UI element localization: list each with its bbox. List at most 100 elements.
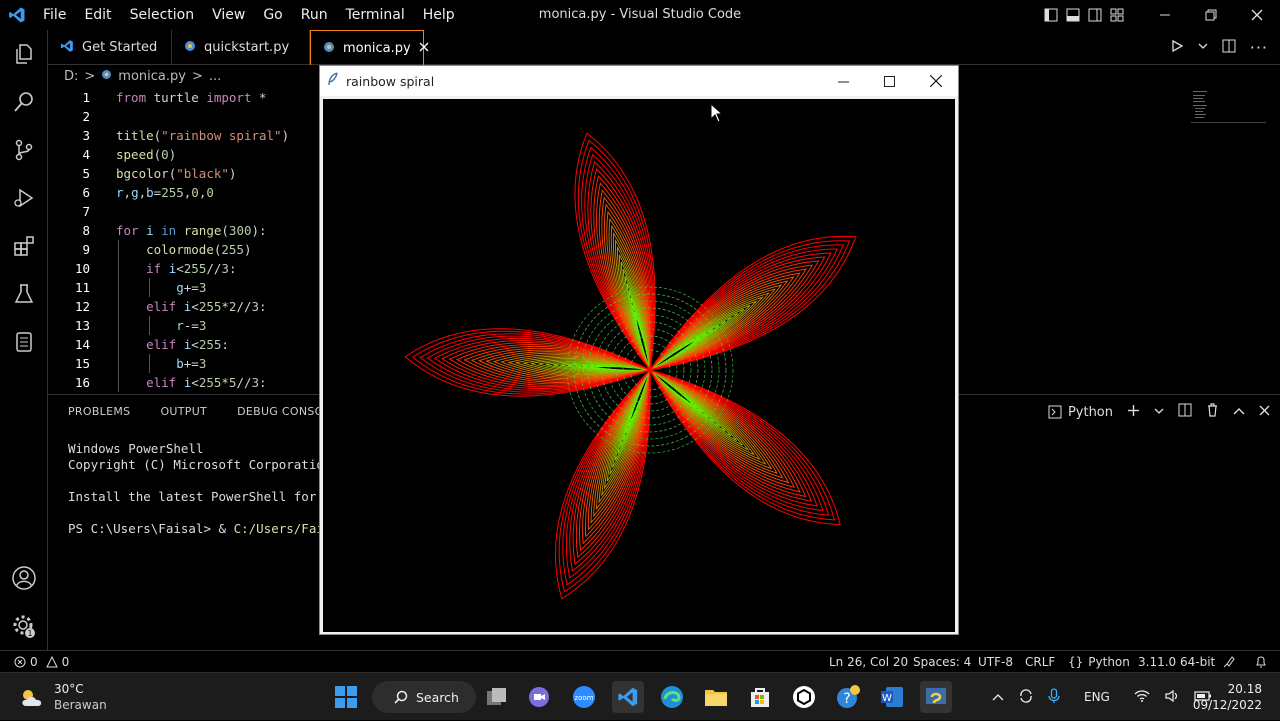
code-token: import	[206, 90, 252, 105]
start-button[interactable]	[330, 681, 362, 713]
kill-terminal-icon[interactable]	[1206, 403, 1219, 421]
microsoft-store-icon[interactable]	[744, 681, 776, 713]
new-terminal-icon[interactable]	[1127, 404, 1140, 421]
restore-button[interactable]	[1188, 0, 1234, 30]
python-interpreter[interactable]: 3.11.0 64-bit	[1138, 651, 1215, 673]
end-of-line[interactable]: CRLF	[1025, 651, 1055, 673]
chat-icon[interactable]	[523, 681, 555, 713]
breadcrumb-drive[interactable]: D:	[64, 69, 78, 84]
close-panel-icon[interactable]	[1259, 405, 1270, 420]
code-line: 13 r-=3	[48, 316, 206, 335]
minimap[interactable]	[1191, 89, 1266, 123]
run-python-file-icon[interactable]	[1170, 39, 1184, 57]
terminal-prompt: PS C:\Users\Faisal> & C:/Users/Fais	[68, 521, 331, 536]
code-token: elif	[146, 299, 177, 314]
weather-widget[interactable]: 30°C Berawan	[18, 673, 107, 721]
menu-selection[interactable]: Selection	[121, 0, 204, 30]
code-token: b	[176, 356, 184, 371]
language-indicator[interactable]: ENG	[1084, 690, 1110, 704]
close-button[interactable]	[1234, 0, 1280, 30]
code-token: 255	[161, 185, 184, 200]
cursor-position[interactable]: Ln 26, Col 20	[829, 651, 908, 673]
language-mode[interactable]: {} Python	[1068, 651, 1130, 673]
encoding[interactable]: UTF-8	[978, 651, 1013, 673]
openai-icon[interactable]	[788, 681, 820, 713]
search-icon[interactable]	[0, 78, 48, 126]
remote-explorer-icon[interactable]	[0, 318, 48, 366]
toggle-panel-icon[interactable]	[1062, 0, 1084, 30]
sync-icon[interactable]	[1018, 688, 1034, 707]
code-token: i	[161, 261, 177, 276]
menu-run[interactable]: Run	[292, 0, 337, 30]
help-icon[interactable]: ?	[832, 681, 864, 713]
turtle-minimize-button[interactable]	[820, 66, 866, 96]
split-editor-icon[interactable]	[1222, 39, 1236, 57]
menu-go[interactable]: Go	[254, 0, 291, 30]
spiral-stroke	[649, 244, 845, 371]
chevron-down-icon[interactable]	[1154, 405, 1164, 420]
toggle-primary-sidebar-icon[interactable]	[1040, 0, 1062, 30]
menu-view[interactable]: View	[203, 0, 254, 30]
maximize-panel-icon[interactable]	[1233, 405, 1245, 420]
menu-help[interactable]: Help	[414, 0, 464, 30]
error-count: 0	[30, 655, 38, 669]
tab-get-started[interactable]: Get Started	[48, 30, 172, 65]
terminal-shell-selector[interactable]: Python	[1048, 405, 1113, 420]
menu-file[interactable]: File	[34, 0, 75, 30]
toggle-secondary-sidebar-icon[interactable]	[1084, 0, 1106, 30]
line-number: 11	[74, 280, 90, 295]
zoom-icon[interactable]: zoom	[568, 681, 600, 713]
line-number: 6	[82, 185, 90, 200]
accounts-icon[interactable]	[0, 554, 48, 602]
explorer-icon[interactable]	[0, 30, 48, 78]
source-control-icon[interactable]	[0, 126, 48, 174]
more-actions-icon[interactable]: ···	[1250, 38, 1268, 57]
spiral-stroke	[649, 252, 832, 371]
breadcrumb-file[interactable]: monica.py	[118, 69, 186, 84]
file-explorer-icon[interactable]	[700, 681, 732, 713]
breadcrumb-more[interactable]: ...	[209, 69, 221, 84]
spiral-stroke	[558, 369, 651, 593]
run-and-debug-icon[interactable]	[0, 174, 48, 222]
tab-quickstart[interactable]: quickstart.py	[172, 30, 310, 65]
tab-output[interactable]: OUTPUT	[160, 405, 207, 418]
task-view-icon[interactable]	[481, 681, 513, 713]
python-taskbar-icon[interactable]	[920, 681, 952, 713]
word-icon[interactable]: W	[876, 681, 908, 713]
clock[interactable]: 20.18 09/12/2022	[1193, 673, 1262, 721]
menu-edit[interactable]: Edit	[75, 0, 120, 30]
turtle-graphics-window[interactable]: rainbow spiral	[319, 65, 959, 635]
breadcrumb-separator: >	[84, 68, 96, 84]
wifi-icon[interactable]	[1134, 689, 1150, 706]
close-tab-icon[interactable]	[419, 41, 429, 56]
code-token: title	[116, 128, 154, 143]
chevron-down-icon[interactable]	[1198, 40, 1208, 55]
code-token: 255	[198, 337, 222, 352]
tab-problems[interactable]: PROBLEMS	[68, 405, 130, 418]
volume-icon[interactable]	[1164, 689, 1180, 706]
manage-gear-icon[interactable]: 1	[0, 602, 48, 650]
code-token: turtle	[146, 90, 207, 105]
turtle-canvas[interactable]	[323, 99, 955, 632]
line-number: 10	[74, 261, 90, 276]
customize-layout-icon[interactable]	[1106, 0, 1128, 30]
split-terminal-icon[interactable]	[1178, 403, 1192, 421]
code-token: ,	[138, 185, 147, 200]
minimize-button[interactable]	[1142, 0, 1188, 30]
tab-monica[interactable]: monica.py	[310, 30, 429, 65]
testing-icon[interactable]	[0, 270, 48, 318]
indentation[interactable]: Spaces: 4	[913, 651, 971, 673]
microphone-icon[interactable]	[1048, 687, 1060, 707]
menu-terminal[interactable]: Terminal	[337, 0, 414, 30]
chevron-up-icon[interactable]	[992, 690, 1004, 704]
taskbar-search[interactable]: Search	[372, 681, 476, 713]
turtle-close-button[interactable]	[913, 66, 959, 96]
extensions-icon[interactable]	[0, 222, 48, 270]
code-line: 9 colormode(255)	[48, 240, 251, 259]
vscode-taskbar-icon[interactable]	[612, 681, 644, 713]
edge-icon[interactable]	[656, 681, 688, 713]
code-line: 10 if i<255//3:	[48, 259, 237, 278]
turtle-maximize-button[interactable]	[866, 66, 912, 96]
problems-status[interactable]: 0 0	[14, 651, 69, 673]
